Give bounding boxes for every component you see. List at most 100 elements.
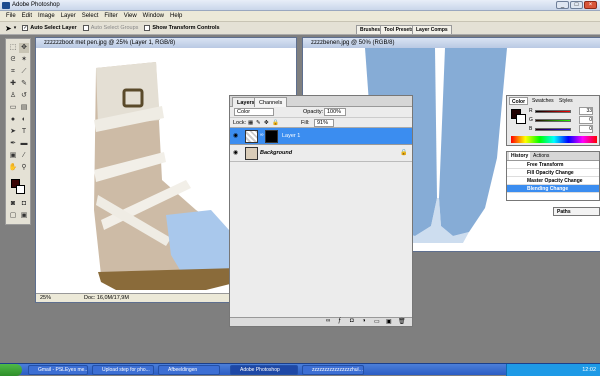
background-color-swatch[interactable] <box>16 185 25 194</box>
menu-edit[interactable]: Edit <box>22 13 32 19</box>
blue-value[interactable]: 0 <box>579 125 593 133</box>
taskbar-item-gmail[interactable]: Gmail - PSLEyes me... <box>28 365 88 375</box>
eye-icon[interactable]: ◉ <box>233 150 241 156</box>
add-mask-icon[interactable]: ◘ <box>350 318 354 324</box>
history-brush-icon[interactable]: ↺ <box>19 91 29 101</box>
chevron-down-icon[interactable]: ▾ <box>14 25 17 31</box>
fill-input[interactable]: 91% <box>314 119 334 127</box>
move-tool-icon[interactable]: ➤ <box>5 24 12 33</box>
type-tool-icon[interactable]: T <box>19 127 29 137</box>
color-ramp[interactable] <box>511 136 597 143</box>
menu-window[interactable]: Window <box>143 13 164 19</box>
green-value[interactable]: 0 <box>579 116 593 124</box>
path-selection-icon[interactable]: ➤ <box>8 127 18 137</box>
menu-filter[interactable]: Filter <box>104 13 117 19</box>
taskbar: Gmail - PSLEyes me... Upload step for ph… <box>0 363 600 376</box>
blur-tool-icon[interactable]: ● <box>8 115 18 125</box>
quick-mask-on-icon[interactable]: ◘ <box>19 199 29 209</box>
notes-tool-icon[interactable]: ▣ <box>8 151 18 161</box>
full-screen-icon[interactable]: ▣ <box>19 211 29 221</box>
layer-row-layer-1[interactable]: ◉ ∞ Layer 1 <box>230 128 412 145</box>
paths-panel-tab[interactable]: Paths <box>553 207 600 216</box>
pen-tool-icon[interactable]: ✒ <box>8 139 18 149</box>
lock-all-icon[interactable]: 🔒 <box>272 118 279 128</box>
lock-position-icon[interactable]: ✥ <box>264 118 269 128</box>
new-group-icon[interactable]: ▭ <box>374 318 380 325</box>
history-item[interactable]: Master Opacity Change <box>507 177 599 185</box>
tab-history[interactable]: History <box>509 152 531 160</box>
green-label: G <box>529 117 533 123</box>
system-tray: 12:02 <box>506 364 600 376</box>
layers-footer: ∞ ƒ ◘ ◑ ▭ ▣ 🗑 <box>230 317 412 326</box>
layer-style-icon[interactable]: ƒ <box>338 318 341 324</box>
start-button[interactable] <box>0 364 22 376</box>
red-label: R <box>529 108 533 114</box>
lock-pixels-icon[interactable]: ✎ <box>256 118 261 128</box>
blue-slider[interactable] <box>535 128 571 131</box>
adjustment-layer-icon[interactable]: ◑ <box>362 318 366 324</box>
red-value[interactable]: 33 <box>579 107 593 115</box>
eye-icon[interactable]: ◉ <box>233 133 241 139</box>
tab-color[interactable]: Color <box>509 97 529 105</box>
minimize-button[interactable]: _ <box>556 1 569 9</box>
layer-row-background[interactable]: ◉ Background 🔒 <box>230 145 412 162</box>
maximize-button[interactable]: □ <box>570 1 583 9</box>
brush-tool-icon[interactable]: ✎ <box>19 79 29 89</box>
clone-stamp-icon[interactable]: ♙ <box>8 91 18 101</box>
link-icon[interactable]: ∞ <box>260 132 264 138</box>
history-item[interactable]: Free Transform <box>507 161 599 169</box>
dodge-tool-icon[interactable]: ◐ <box>19 115 29 125</box>
crop-tool-icon[interactable]: ⌗ <box>8 67 18 77</box>
tab-actions[interactable]: Actions <box>533 152 549 160</box>
opacity-input[interactable]: 100% <box>324 108 346 116</box>
healing-brush-icon[interactable]: ✚ <box>8 79 18 89</box>
menu-bar: File Edit Image Layer Select Filter View… <box>0 11 600 22</box>
history-item-selected[interactable]: Blending Change <box>507 185 599 193</box>
menu-layer[interactable]: Layer <box>61 13 76 19</box>
trash-icon[interactable]: 🗑 <box>398 318 406 325</box>
taskbar-item-photoshop[interactable]: Adobe Photoshop <box>230 365 298 375</box>
document-size: Doc: 16,0M/17,9M <box>84 295 129 301</box>
new-layer-icon[interactable]: ▣ <box>386 318 392 325</box>
tab-swatches[interactable]: Swatches <box>530 97 556 105</box>
title-bar: Adobe Photoshop _ □ × <box>0 0 600 11</box>
document-title-bar: zzzzbenen.jpg @ 50% (RGB/8) <box>303 38 600 48</box>
taskbar-item-afbeeldingen[interactable]: Afbeeldingen <box>158 365 220 375</box>
tab-layer-comps[interactable]: Layer Comps <box>412 25 452 34</box>
document-title: zzzzbenen.jpg @ 50% (RGB/8) <box>311 40 395 46</box>
taskbar-item-upload[interactable]: Upload step for pho... <box>92 365 154 375</box>
move-tool-icon[interactable]: ✥ <box>19 43 29 53</box>
hand-tool-icon[interactable]: ✋ <box>8 163 18 173</box>
eraser-tool-icon[interactable]: ▭ <box>8 103 18 113</box>
magic-wand-icon[interactable]: ✶ <box>19 55 29 65</box>
link-layers-icon[interactable]: ∞ <box>326 318 330 324</box>
menu-image[interactable]: Image <box>38 13 55 19</box>
blend-mode-select[interactable]: Color <box>234 108 274 116</box>
close-button[interactable]: × <box>584 1 597 9</box>
tab-styles[interactable]: Styles <box>557 97 575 105</box>
screen-mode-icon[interactable]: ▢ <box>8 211 18 221</box>
auto-select-checkbox[interactable]: ✓ <box>22 25 29 31</box>
red-slider[interactable] <box>535 110 571 113</box>
taskbar-item-folder[interactable]: zzzzzzzzzzzzzzzzhul... <box>302 365 364 375</box>
show-transform-checkbox[interactable] <box>144 25 151 31</box>
quick-mask-icon[interactable]: ◙ <box>8 199 18 209</box>
menu-select[interactable]: Select <box>82 13 99 19</box>
zoom-tool-icon[interactable]: ⚲ <box>19 163 29 173</box>
green-slider[interactable] <box>535 119 571 122</box>
tab-channels[interactable]: Channels <box>254 97 288 107</box>
shape-tool-icon[interactable]: ▬ <box>19 139 29 149</box>
marquee-tool-icon[interactable]: ⬚ <box>8 43 18 53</box>
gradient-tool-icon[interactable]: ▤ <box>19 103 29 113</box>
color-background-swatch[interactable] <box>516 114 526 124</box>
menu-help[interactable]: Help <box>170 13 182 19</box>
slice-tool-icon[interactable]: ⟋ <box>19 67 29 77</box>
history-item[interactable]: Fill Opacity Change <box>507 169 599 177</box>
lasso-tool-icon[interactable]: ᘓ <box>8 55 18 65</box>
zoom-level[interactable]: 25% <box>40 294 51 303</box>
lock-transparency-icon[interactable]: ▦ <box>248 118 253 128</box>
menu-view[interactable]: View <box>124 13 137 19</box>
auto-select-groups-checkbox[interactable] <box>82 25 89 31</box>
eyedropper-icon[interactable]: ⁄ <box>19 151 29 161</box>
menu-file[interactable]: File <box>6 13 16 19</box>
